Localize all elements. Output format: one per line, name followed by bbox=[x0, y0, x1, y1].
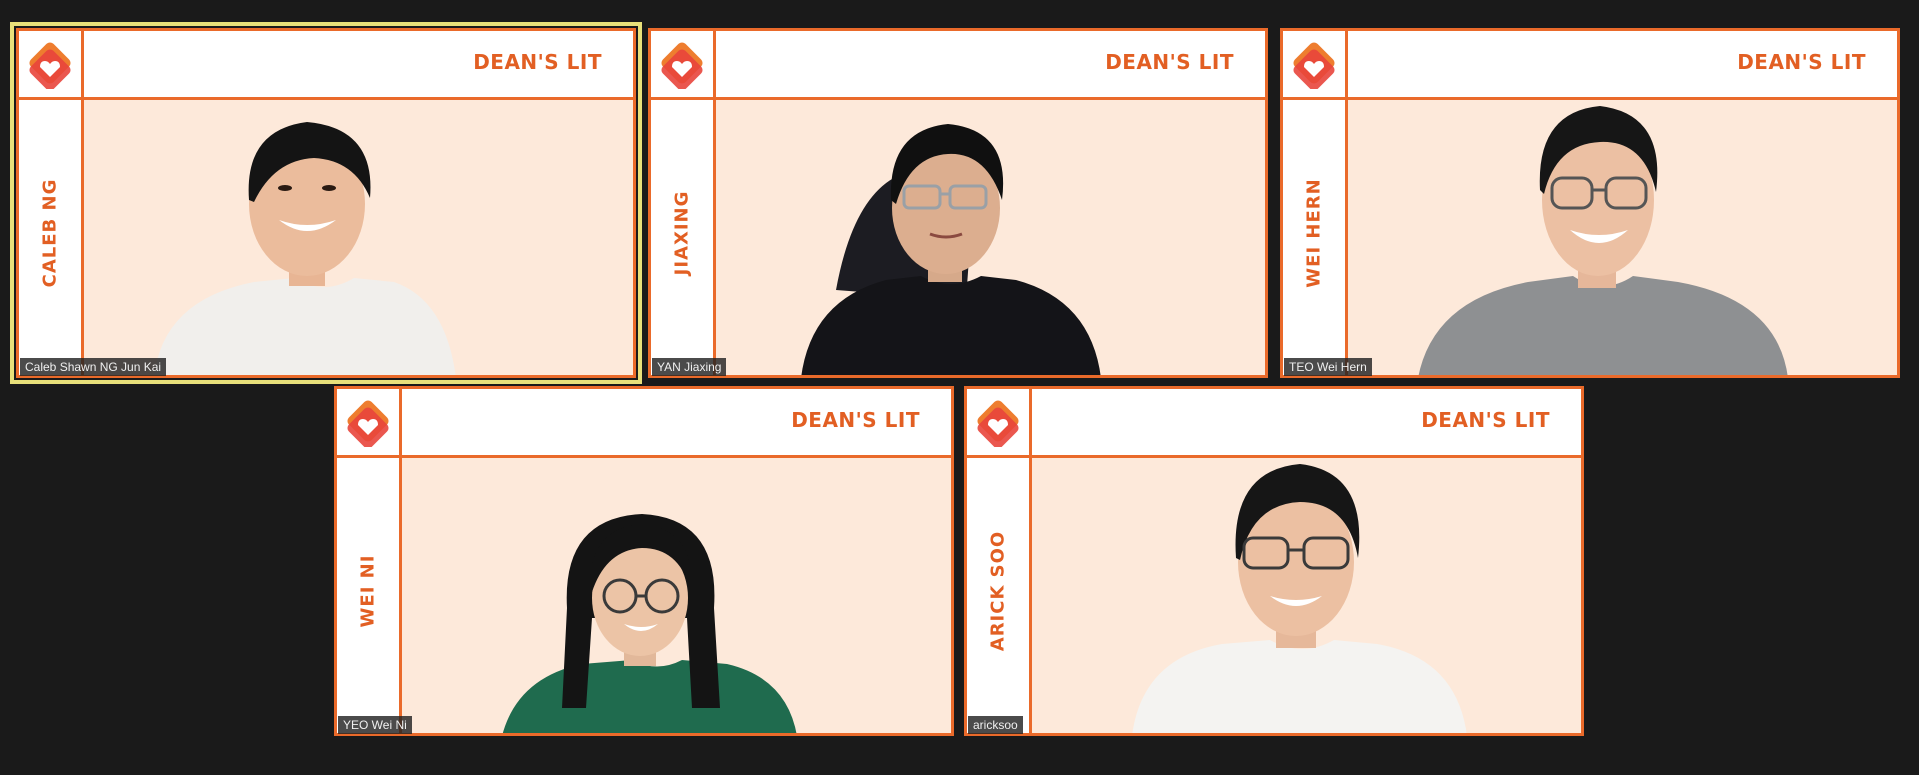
logo bbox=[16, 28, 84, 100]
participant-video bbox=[502, 514, 797, 736]
participant-video bbox=[1418, 106, 1788, 378]
video-feed bbox=[402, 458, 954, 736]
brand-title: DEAN'S LIT bbox=[1421, 408, 1550, 432]
heart-diamond-logo-icon bbox=[977, 399, 1019, 447]
heart-diamond-logo-icon bbox=[661, 41, 703, 89]
video-feed bbox=[1348, 100, 1900, 378]
video-feed bbox=[84, 100, 636, 378]
logo bbox=[648, 28, 716, 100]
gallery-view: { "meeting": { "brand_label": "DEAN'S LI… bbox=[0, 0, 1919, 775]
video-tile-wei-hern[interactable]: DEAN'S LIT WEI HERN TEO Wei Hern bbox=[1280, 28, 1900, 378]
brand-title: DEAN'S LIT bbox=[1105, 50, 1234, 74]
heart-diamond-logo-icon bbox=[29, 41, 71, 89]
video-feed bbox=[716, 100, 1268, 378]
participant-video bbox=[1132, 464, 1467, 736]
participant-name-tag: aricksoo bbox=[968, 716, 1023, 734]
logo bbox=[334, 386, 402, 458]
participant-name-tag: YAN Jiaxing bbox=[652, 358, 727, 376]
side-name-label: CALEB NG bbox=[39, 178, 61, 288]
video-tile-wei-ni[interactable]: DEAN'S LIT WEI NI YEO Wei Ni bbox=[334, 386, 954, 736]
video-tile-caleb-ng[interactable]: DEAN'S LIT CALEB NG Caleb Shawn NG Jun K… bbox=[10, 22, 642, 384]
logo bbox=[1280, 28, 1348, 100]
participant-name-tag: YEO Wei Ni bbox=[338, 716, 412, 734]
participant-video bbox=[154, 122, 456, 378]
heart-diamond-logo-icon bbox=[347, 399, 389, 447]
participant-video bbox=[801, 124, 1101, 378]
side-name-label: WEI HERN bbox=[1303, 178, 1325, 288]
brand-title: DEAN'S LIT bbox=[473, 50, 602, 74]
brand-title: DEAN'S LIT bbox=[791, 408, 920, 432]
brand-title: DEAN'S LIT bbox=[1737, 50, 1866, 74]
logo bbox=[964, 386, 1032, 458]
side-name-label: WEI NI bbox=[357, 554, 379, 628]
side-name-label: JIAXING bbox=[671, 190, 693, 276]
participant-name-tag: TEO Wei Hern bbox=[1284, 358, 1372, 376]
participant-name-tag: Caleb Shawn NG Jun Kai bbox=[20, 358, 167, 376]
side-name-label: ARICK SOO bbox=[987, 530, 1009, 652]
video-tile-jiaxing[interactable]: DEAN'S LIT JIAXING YAN Jiaxing bbox=[648, 28, 1268, 378]
heart-diamond-logo-icon bbox=[1293, 41, 1335, 89]
video-tile-arick-soo[interactable]: DEAN'S LIT ARICK SOO aricksoo bbox=[964, 386, 1584, 736]
video-feed bbox=[1032, 458, 1584, 736]
